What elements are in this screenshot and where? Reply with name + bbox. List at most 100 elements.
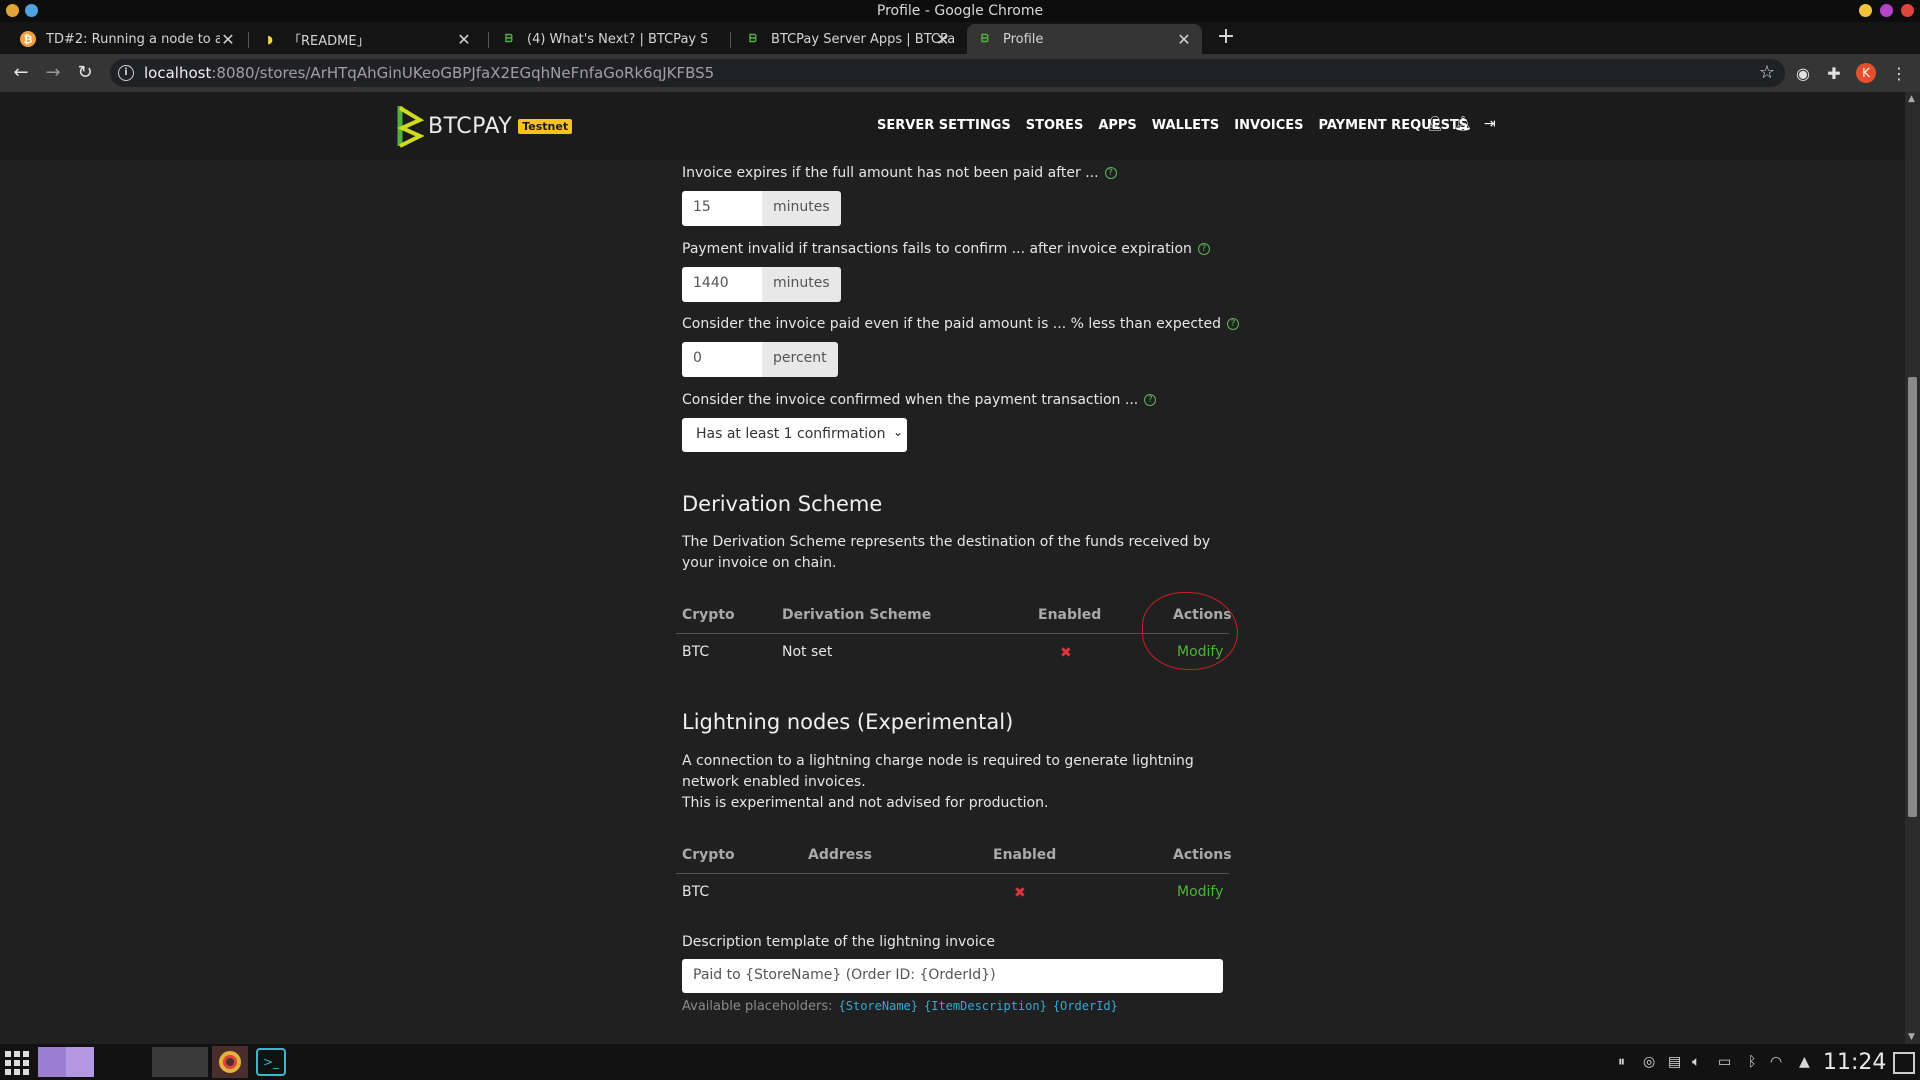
extension-mask-icon[interactable]: ◉ <box>1792 63 1814 85</box>
volume-icon[interactable]: 🔈︎ <box>1692 1054 1700 1070</box>
show-desktop-button[interactable] <box>1893 1052 1915 1074</box>
scroll-up-arrow-icon[interactable]: ▲ <box>1908 94 1915 104</box>
profile-avatar[interactable]: K <box>1856 63 1876 83</box>
table-header-divider <box>676 873 1229 874</box>
workspace-1[interactable] <box>38 1047 66 1077</box>
tab-title: BTCPay Server Apps | BTCPay <box>771 31 955 47</box>
tray-expand-icon[interactable]: ▲ <box>1799 1054 1810 1070</box>
close-window-button[interactable] <box>1901 4 1914 17</box>
col-derivation-scheme: Derivation Scheme <box>782 607 932 623</box>
help-icon[interactable]: ? <box>1197 243 1210 255</box>
help-icon[interactable]: ? <box>1227 318 1240 330</box>
terminal-taskbar-icon[interactable]: >_ <box>256 1048 286 1076</box>
pause-icon[interactable]: ⏸ <box>1618 1054 1625 1070</box>
col-address: Address <box>808 847 872 863</box>
close-icon[interactable]: ✕ <box>1176 30 1192 49</box>
close-icon[interactable]: ✕ <box>220 30 236 49</box>
monitoring-label: Payment invalid if transactions fails to… <box>682 241 1210 257</box>
nav-stores[interactable]: STORES <box>1026 118 1084 133</box>
btcpay-logo[interactable]: BTCPAY Testnet <box>396 104 573 148</box>
workspace-2[interactable] <box>66 1047 94 1077</box>
derivation-heading: Derivation Scheme <box>682 492 883 516</box>
page-scrollbar[interactable]: ▲ ▼ <box>1905 92 1920 1044</box>
nav-wallets[interactable]: WALLETS <box>1152 118 1220 133</box>
placeholders-hint: Available placeholders: {StoreName} {ItemD… <box>682 999 1118 1014</box>
tab-profile[interactable]: ᗷ Profile ✕ <box>967 24 1202 54</box>
bluetooth-icon[interactable]: ᛒ <box>1748 1054 1756 1070</box>
placeholder-code: {OrderId} <box>1052 999 1118 1013</box>
monitoring-input[interactable]: 1440 <box>682 267 762 302</box>
nav-invoices[interactable]: INVOICES <box>1234 118 1303 133</box>
scrollbar-thumb[interactable] <box>1908 377 1917 817</box>
lightning-modify-link[interactable]: Modify <box>1177 884 1223 900</box>
titlebar-left-icons <box>6 4 38 17</box>
expiry-label-text: Invoice expires if the full amount has n… <box>682 165 1099 181</box>
col-crypto: Crypto <box>682 847 735 863</box>
address-bar[interactable]: i localhost:8080/stores/ArHTqAhGinUKeoGB… <box>110 59 1785 87</box>
expiry-unit: minutes <box>762 191 841 226</box>
site-info-icon[interactable]: i <box>118 65 134 81</box>
derivation-row-crypto: BTC <box>682 644 710 660</box>
network-user-icon[interactable]: ◎ <box>1643 1054 1655 1070</box>
scroll-down-arrow-icon[interactable]: ▼ <box>1908 1032 1915 1042</box>
bell-icon[interactable]: 🔔︎ <box>1454 116 1472 132</box>
lightning-template-input[interactable]: Paid to {StoreName} (Order ID: {OrderId}… <box>682 959 1223 993</box>
nav-payment-requests[interactable]: PAYMENT REQUESTS <box>1319 118 1469 133</box>
wifi-icon[interactable]: ◠ <box>1770 1054 1782 1070</box>
new-tab-button[interactable]: + <box>1214 24 1238 49</box>
bitcoin-icon: ₿ <box>20 31 36 47</box>
tolerance-input-group: 0 percent <box>682 342 838 377</box>
col-crypto: Crypto <box>682 607 735 623</box>
workspace-3[interactable] <box>152 1047 208 1077</box>
derivation-description: The Derivation Scheme represents the des… <box>682 534 1211 571</box>
forward-arrow-icon[interactable]: → <box>42 62 64 84</box>
battery-icon[interactable]: ▭ <box>1718 1054 1731 1070</box>
tolerance-input[interactable]: 0 <box>682 342 762 377</box>
tab-strip: ₿ TD#2: Running a node to acc ✕ ◗ 「READM… <box>0 22 1920 54</box>
extensions-puzzle-icon[interactable]: ✚ <box>1823 63 1845 85</box>
taskbar-clock[interactable]: 11:24 <box>1823 1050 1886 1075</box>
tab-title: Profile <box>1003 31 1044 47</box>
close-icon[interactable]: ✕ <box>936 30 949 49</box>
user-icon[interactable]: 👤︎ <box>1426 116 1444 132</box>
tab-td2[interactable]: ₿ TD#2: Running a node to acc ✕ <box>10 24 246 54</box>
minimize-button[interactable] <box>1859 4 1872 17</box>
help-icon[interactable]: ? <box>1104 167 1117 179</box>
window-controls <box>1859 4 1914 17</box>
col-actions: Actions <box>1173 847 1232 863</box>
bookmark-star-icon[interactable]: ☆ <box>1759 62 1775 83</box>
disabled-x-icon: ✖ <box>1014 885 1026 901</box>
speed-policy-select[interactable]: Has at least 1 confirmation ⌄ <box>682 418 907 452</box>
chrome-taskbar-icon[interactable] <box>212 1046 248 1078</box>
expiry-input[interactable]: 15 <box>682 191 762 226</box>
btcpay-logo-icon <box>397 106 424 148</box>
nav-apps[interactable]: APPS <box>1098 118 1136 133</box>
speed-policy-label-text: Consider the invoice confirmed when the … <box>682 392 1139 408</box>
tab-btcpay-apps[interactable]: ᗷ BTCPay Server Apps | BTCPay <box>735 24 965 54</box>
close-icon[interactable]: ✕ <box>456 30 472 49</box>
tolerance-label: Consider the invoice paid even if the pa… <box>682 316 1240 332</box>
tab-title: TD#2: Running a node to acc <box>46 31 220 47</box>
maximize-button[interactable] <box>1880 4 1893 17</box>
clipboard-icon[interactable]: ▤ <box>1668 1054 1681 1070</box>
back-arrow-icon[interactable]: ← <box>10 62 32 84</box>
web-page: BTCPAY Testnet SERVER SETTINGS STORES AP… <box>0 92 1905 1044</box>
speed-policy-value: Has at least 1 confirmation <box>696 426 886 442</box>
testnet-badge: Testnet <box>518 118 573 134</box>
menu-kebab-icon[interactable]: ⋮ <box>1888 63 1910 85</box>
nav-server-settings[interactable]: SERVER SETTINGS <box>877 118 1011 133</box>
app-launcher-grid-icon[interactable] <box>2 1048 32 1078</box>
main-nav: SERVER SETTINGS STORES APPS WALLETS INVO… <box>877 118 1483 133</box>
disabled-x-icon: ✖ <box>1060 645 1072 661</box>
url-host: localhost <box>144 64 212 82</box>
reload-icon[interactable]: ↻ <box>74 62 96 84</box>
chrome-app-icon <box>6 4 19 17</box>
tab-readme[interactable]: ◗ 「README」 ✕ <box>252 24 482 54</box>
help-icon[interactable]: ? <box>1144 394 1157 406</box>
tab-title: (4) What's Next? | BTCPay Se <box>527 31 707 47</box>
btcpay-icon: ᗷ <box>981 32 989 45</box>
logout-icon[interactable]: ⇥ <box>1484 116 1496 132</box>
lightning-heading: Lightning nodes (Experimental) <box>682 710 1014 734</box>
pin-icon[interactable] <box>25 4 38 17</box>
window-titlebar: Profile - Google Chrome <box>0 0 1920 22</box>
